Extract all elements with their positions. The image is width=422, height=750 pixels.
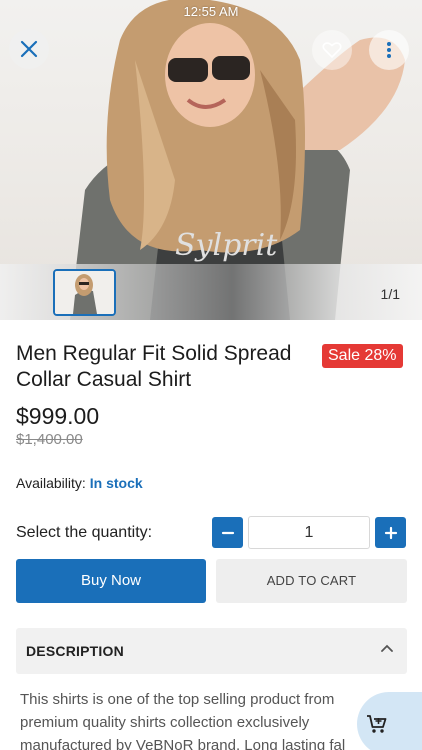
gallery-page-indicator: 1/1 xyxy=(380,286,400,302)
floating-cart-button[interactable] xyxy=(357,692,422,750)
product-price: $999.00 xyxy=(16,403,100,429)
close-button[interactable] xyxy=(9,29,49,69)
add-to-cart-button[interactable]: ADD TO CART xyxy=(216,559,407,603)
availability-status: In stock xyxy=(89,475,143,491)
close-icon xyxy=(20,40,38,58)
thumbnail-photo xyxy=(55,271,114,314)
quantity-label: Select the quantity: xyxy=(16,524,153,541)
more-vertical-icon xyxy=(387,42,391,58)
plus-icon xyxy=(384,526,397,539)
status-bar-time: 12:55 AM xyxy=(183,4,239,19)
description-accordion-header[interactable]: DESCRIPTION xyxy=(16,628,407,674)
product-old-price: $1,400.00 xyxy=(16,431,83,448)
more-options-button[interactable] xyxy=(369,30,409,70)
svg-text:Sylprit: Sylprit xyxy=(175,228,278,263)
quantity-increase-button[interactable] xyxy=(375,517,406,548)
quantity-decrease-button[interactable] xyxy=(212,517,243,548)
favorite-button[interactable] xyxy=(312,30,352,70)
chevron-up-icon xyxy=(381,644,393,652)
buy-now-button[interactable]: Buy Now xyxy=(16,559,206,603)
add-to-cart-icon xyxy=(367,715,387,733)
quantity-input[interactable]: 1 xyxy=(248,516,370,549)
description-text: This shirts is one of the top selling pr… xyxy=(20,691,346,750)
sale-badge: Sale 28% xyxy=(322,344,403,368)
product-image-gallery[interactable]: Sylprit 12:55 AM 1/1 xyxy=(0,0,422,320)
product-title: Men Regular Fit Solid Spread Collar Casu… xyxy=(16,342,292,391)
availability-label: Availability: xyxy=(16,475,86,491)
description-title: DESCRIPTION xyxy=(26,643,124,659)
minus-icon xyxy=(221,531,234,534)
thumbnail-image[interactable] xyxy=(53,269,116,316)
availability: Availability: In stock xyxy=(16,475,143,491)
heart-icon xyxy=(322,42,342,59)
